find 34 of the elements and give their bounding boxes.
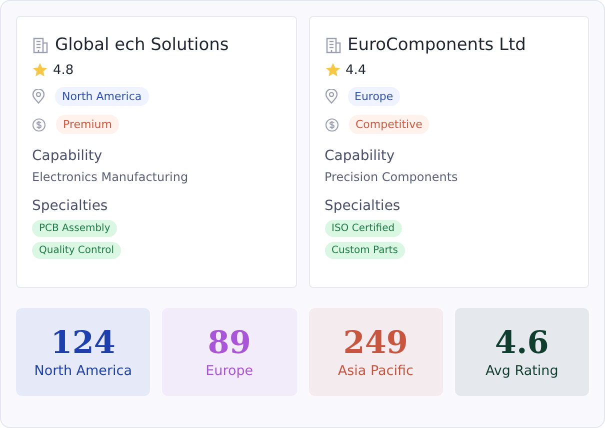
- star-icon: [324, 62, 340, 78]
- stat-label: Europe: [206, 363, 254, 379]
- stat-value: 249: [343, 325, 408, 361]
- location-pin-icon: [32, 89, 45, 104]
- location-pin-icon: [324, 89, 338, 104]
- star-icon: [32, 62, 48, 78]
- supplier-name: EuroComponents Ltd: [348, 35, 526, 55]
- building-icon: [324, 36, 342, 54]
- region-tag: North America: [55, 87, 149, 106]
- stat-value: 4.6: [494, 325, 549, 361]
- building-icon: [32, 36, 49, 54]
- region-tag: Europe: [348, 87, 400, 106]
- dollar-icon: [324, 118, 338, 132]
- dollar-icon: [32, 118, 46, 132]
- section-heading: Specialties: [32, 198, 109, 214]
- specialty-tag: ISO Certified: [324, 220, 402, 237]
- specialty-tag: Custom Parts: [324, 242, 405, 259]
- rating-value: 4.4: [346, 62, 366, 78]
- section-heading: Specialties: [324, 198, 402, 214]
- capability-text: Precision Components: [324, 170, 459, 184]
- stat-label: North America: [34, 363, 132, 379]
- section-heading: Capability: [32, 148, 104, 164]
- specialty-tag: PCB Assembly: [32, 220, 118, 237]
- rating-value: 4.8: [53, 62, 74, 78]
- supplier-name: Global ech Solutions: [55, 35, 229, 55]
- stat-label: Avg Rating: [485, 363, 558, 379]
- pricing-tag: Competitive: [348, 115, 430, 134]
- specialty-tag: Quality Control: [32, 242, 122, 259]
- pricing-tag: Premium: [56, 115, 119, 134]
- capability-text: Electronics Manufacturing: [32, 170, 190, 184]
- stat-label: Asia Pacific: [338, 363, 414, 379]
- section-heading: Capability: [324, 148, 396, 164]
- stat-value: 124: [50, 325, 116, 361]
- stat-value: 89: [208, 325, 251, 361]
